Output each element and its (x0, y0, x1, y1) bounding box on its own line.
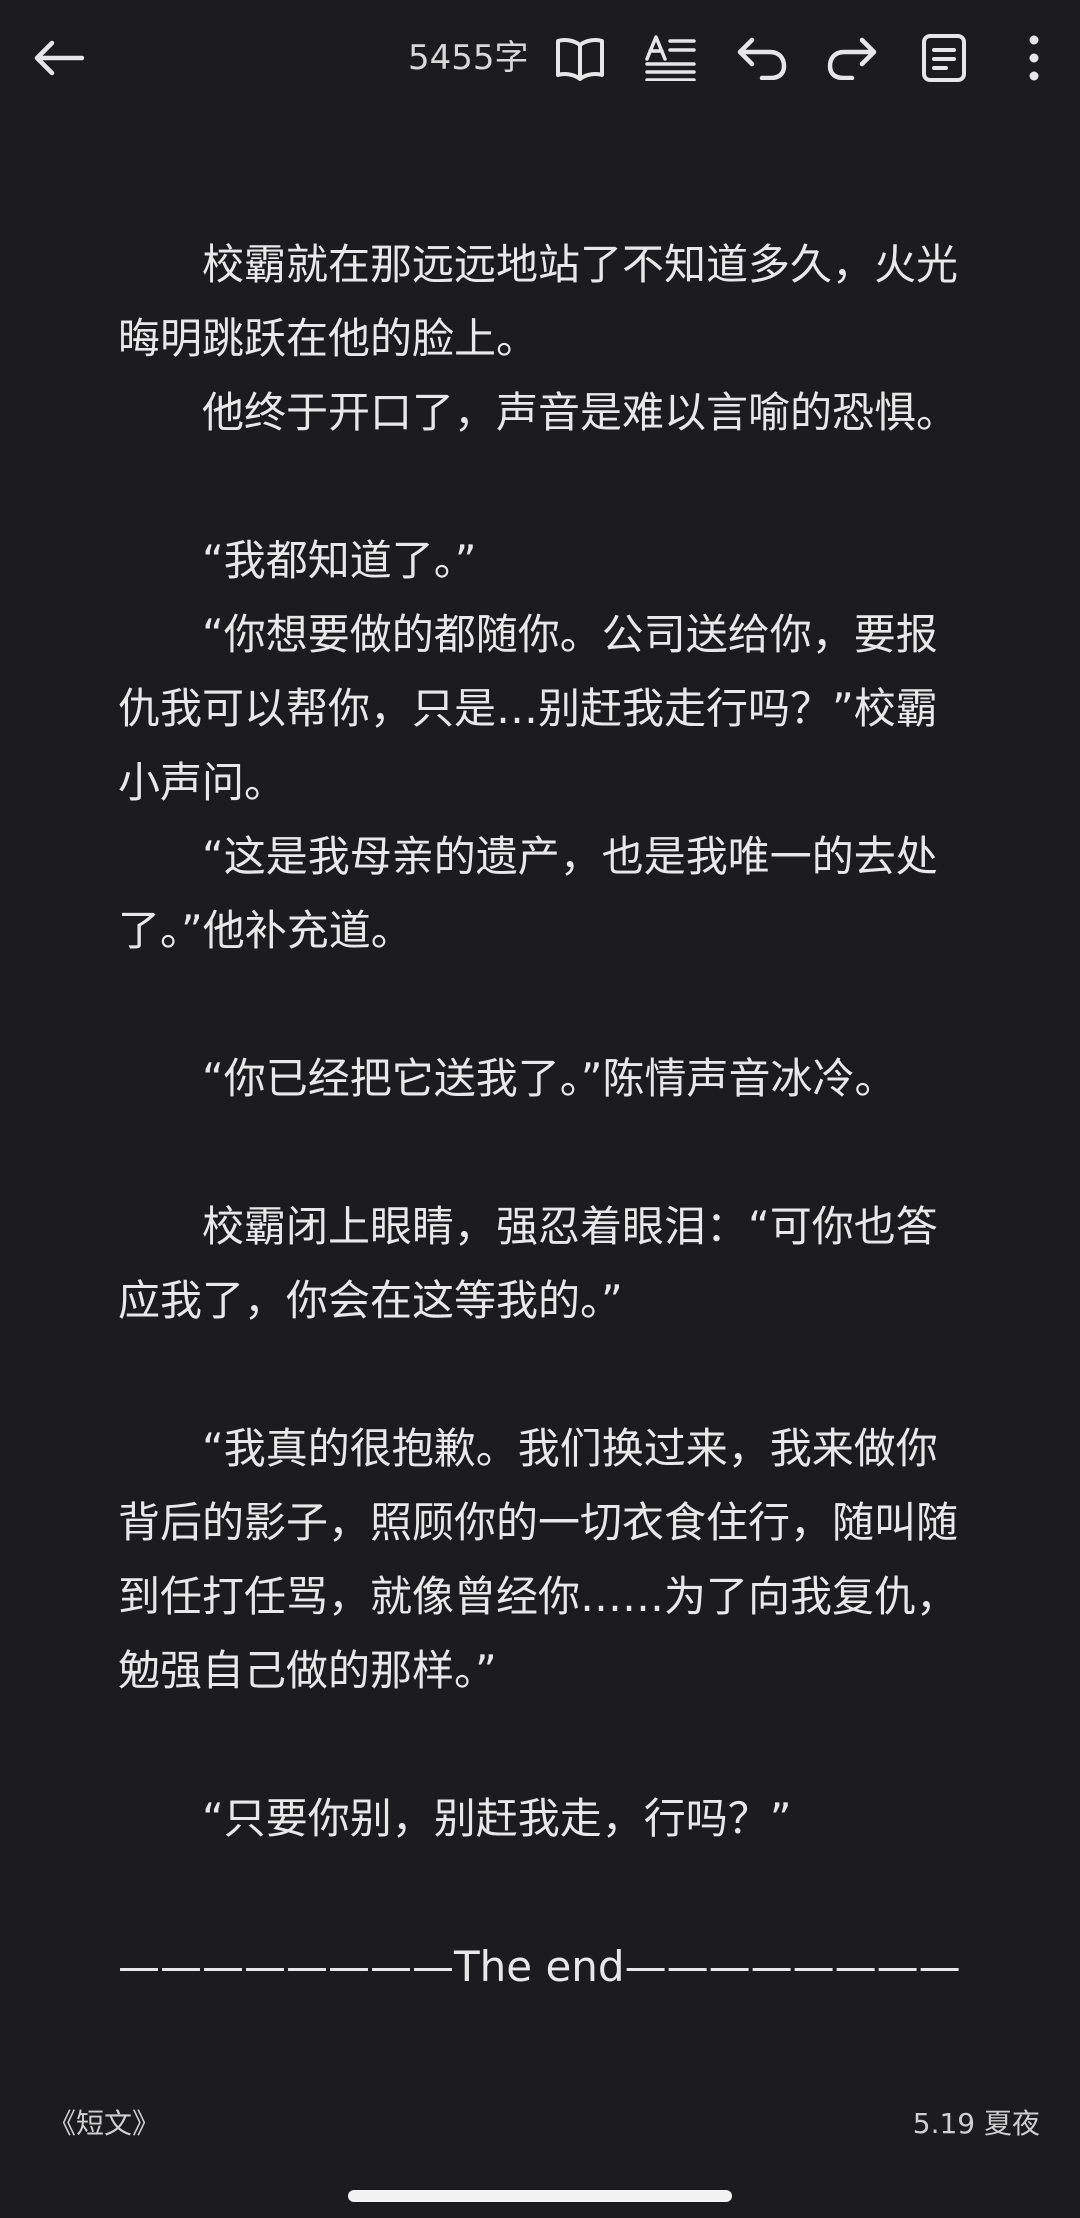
the-end-divider: ————————The end———————— (118, 1942, 961, 1991)
text-format-button[interactable] (634, 22, 706, 94)
word-count: 5455字 (408, 38, 529, 78)
paragraph: 校霸闭上眼睛，强忍着眼泪：“可你也答应我了，你会在这等我的。” (118, 1202, 938, 1325)
back-arrow-icon (34, 40, 84, 76)
paragraph: “只要你别，别赶我走，行吗？” (202, 1794, 792, 1843)
home-indicator[interactable] (348, 2190, 732, 2202)
undo-icon (737, 37, 787, 80)
date-author: 5.19 夏夜 (912, 2107, 1040, 2140)
undo-button[interactable] (726, 22, 798, 94)
paragraph: 校霸就在那远远地站了不知道多久，火光晦明跳跃在他的脸上。 (118, 240, 959, 363)
book-mode-button[interactable] (544, 22, 616, 94)
more-options-button[interactable] (998, 22, 1070, 94)
text-format-icon (645, 35, 696, 81)
notes-button[interactable] (908, 22, 980, 94)
book-title: 《短文》 (48, 2107, 161, 2140)
paragraph: “你想要做的都随你。公司送给你，要报仇我可以帮你，只是…别赶我走行吗？”校霸小声… (118, 610, 938, 807)
back-button[interactable] (22, 22, 94, 94)
paragraph: “我真的很抱歉。我们换过来，我来做你背后的影子，照顾你的一切衣食住行，随叫随到任… (118, 1424, 959, 1695)
article-body: 校霸就在那远远地站了不知道多久，火光晦明跳跃在他的脸上。 他终于开口了，声音是难… (118, 228, 978, 2004)
paragraph: “你已经把它送我了。”陈情声音冰冷。 (202, 1054, 897, 1103)
paragraph: 他终于开口了，声音是难以言喻的恐惧。 (202, 388, 959, 437)
paragraph: “我都知道了。” (202, 536, 477, 585)
more-vertical-icon (1029, 35, 1039, 81)
note-icon (922, 34, 966, 82)
redo-icon (827, 37, 877, 80)
redo-button[interactable] (816, 22, 888, 94)
paragraph: “这是我母亲的遗产，也是我唯一的去处了。”他补充道。 (118, 832, 938, 955)
top-toolbar: 5455字 (0, 0, 1080, 118)
book-open-icon (556, 38, 604, 81)
